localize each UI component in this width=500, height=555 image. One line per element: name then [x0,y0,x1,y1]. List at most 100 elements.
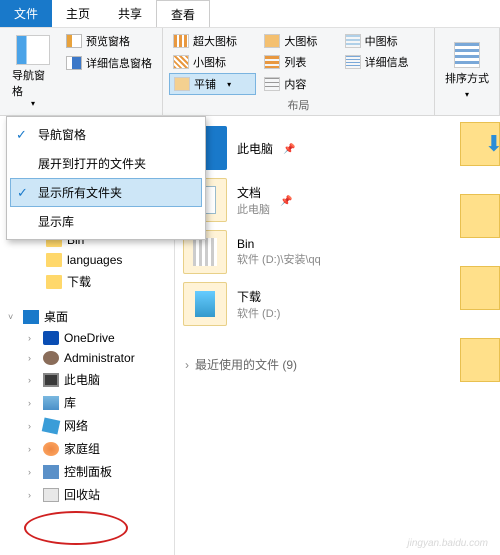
file-sub: 软件 (D:) [237,305,280,321]
view-list[interactable]: 列表 [260,52,336,72]
dd-expand-open[interactable]: 展开到打开的文件夹 [10,149,202,178]
view-content[interactable]: 内容 [260,73,336,95]
desktop-icon [23,310,39,324]
view-med-icons[interactable]: 中图标 [341,31,428,51]
tree-item-recycle[interactable]: ›回收站 [6,483,174,506]
details-pane-button[interactable]: 详细信息窗格 [62,53,156,73]
pin-icon: 📌 [283,144,295,155]
preview-pane-icon [66,34,82,48]
tab-share[interactable]: 共享 [104,0,156,27]
group-layout-label: 布局 [169,97,428,113]
library-icon [43,396,59,410]
file-sub: 此电脑 [237,201,270,217]
details-pane-label: 详细信息窗格 [86,55,152,71]
view-details[interactable]: 详细信息 [341,52,428,72]
tab-bar: 文件 主页 共享 查看 [0,0,500,28]
view-content-label: 内容 [284,76,306,92]
file-name: 下载 [237,288,280,305]
tree-item-downloads[interactable]: 下载 [6,270,174,293]
tab-home[interactable]: 主页 [52,0,104,27]
tree-cp-label: 控制面板 [64,463,112,480]
tile-icon [174,77,190,91]
recycle-icon [43,488,59,502]
dd-show-all[interactable]: ✓ 显示所有文件夹 [10,178,202,207]
file-item-docs[interactable]: 文档此电脑 📌 [175,174,500,226]
recent-files-header[interactable]: › 最近使用的文件 (9) [175,350,500,379]
med-icon [345,34,361,48]
tree-item-desktop[interactable]: ˅桌面 [6,305,174,328]
view-xl-label: 超大图标 [193,33,237,49]
view-med-label: 中图标 [365,33,398,49]
preview-pane-label: 预览窗格 [86,33,130,49]
tree-item-libraries[interactable]: ›库 [6,391,174,414]
view-lg-label: 大图标 [284,33,317,49]
folder-icon [460,194,500,238]
tree-item-homegroup[interactable]: ›家庭组 [6,437,174,460]
pc-icon [43,373,59,387]
folder-icon [460,266,500,310]
view-tiles-label: 平铺 [194,76,216,92]
tree-item-network[interactable]: ›网络 [6,414,174,437]
file-item-thispc[interactable]: 此电脑 📌 [175,122,500,174]
dd-nav-pane-label: 导航窗格 [38,126,86,143]
folder-icon [46,275,62,289]
chevron-down-icon: ▾ [465,90,469,99]
tab-file[interactable]: 文件 [0,0,52,27]
folder-icon [460,122,500,166]
recent-label: 最近使用的文件 (9) [195,358,297,372]
view-list-label: 列表 [284,54,306,70]
dd-show-all-label: 显示所有文件夹 [38,184,122,201]
dd-nav-pane[interactable]: ✓导航窗格 [10,120,202,149]
folder-icon [183,282,227,326]
ribbon: 导航窗格 ▾ 预览窗格 详细信息窗格 超大图标 大图标 中图标 小图标 列表 详… [0,28,500,116]
chevron-right-icon: › [185,358,189,372]
preview-pane-button[interactable]: 预览窗格 [62,31,156,51]
chevron-right-icon: › [28,333,38,343]
content-icon [264,77,280,91]
view-sm-icons[interactable]: 小图标 [169,52,256,72]
view-lg-icons[interactable]: 大图标 [260,31,336,51]
chevron-down-icon: ▾ [227,80,231,89]
details-pane-icon [66,56,82,70]
sort-by-button[interactable]: 排序方式▾ [441,68,493,101]
nav-pane-button[interactable]: 导航窗格 ▾ [6,31,60,112]
tab-view[interactable]: 查看 [156,0,210,27]
tree-pc-label: 此电脑 [64,371,100,388]
tree-item-onedrive[interactable]: › OneDrive [6,328,174,348]
homegroup-icon [43,442,59,456]
det-icon [345,55,361,69]
dd-show-lib[interactable]: 显示库 [10,207,202,236]
file-name: Bin [237,237,321,251]
tree-admin-label: Administrator [64,351,135,365]
nav-pane-label: 导航窗格 [12,67,54,99]
file-item-downloads[interactable]: 下载软件 (D:) [175,278,500,330]
view-xl-icons[interactable]: 超大图标 [169,31,256,51]
check-icon: ✓ [17,185,28,201]
chevron-right-icon: › [28,353,38,363]
nav-pane-dropdown: ✓导航窗格 展开到打开的文件夹 ✓ 显示所有文件夹 显示库 [6,116,206,240]
view-det-label: 详细信息 [365,54,409,70]
tree-item-languages[interactable]: languages [6,250,174,270]
pin-icon: 📌 [280,196,292,207]
list-icon [264,55,280,69]
tree-lang-label: languages [67,253,122,267]
xl-icon [173,34,189,48]
chevron-right-icon: › [28,421,38,431]
file-sub: 软件 (D:)\安装\qq [237,251,321,267]
tree-recycle-label: 回收站 [64,486,100,503]
chevron-right-icon: › [28,375,38,385]
network-icon [42,417,61,434]
tree-dl-label: 下载 [67,273,91,290]
watermark: jingyan.baidu.com [407,538,488,549]
file-name: 此电脑 [237,140,273,157]
tree-od-label: OneDrive [64,331,115,345]
lg-icon [264,34,280,48]
chevron-right-icon: › [28,467,38,477]
tree-item-thispc[interactable]: › 此电脑 [6,368,174,391]
tree-item-controlpanel[interactable]: › 控制面板 [6,460,174,483]
view-tiles[interactable]: 平铺 ▾ [169,73,256,95]
chevron-down-icon: ˅ [8,312,18,322]
tree-item-admin[interactable]: › Administrator [6,348,174,368]
dd-show-lib-label: 显示库 [38,213,74,230]
file-item-bin[interactable]: Bin软件 (D:)\安装\qq [175,226,500,278]
